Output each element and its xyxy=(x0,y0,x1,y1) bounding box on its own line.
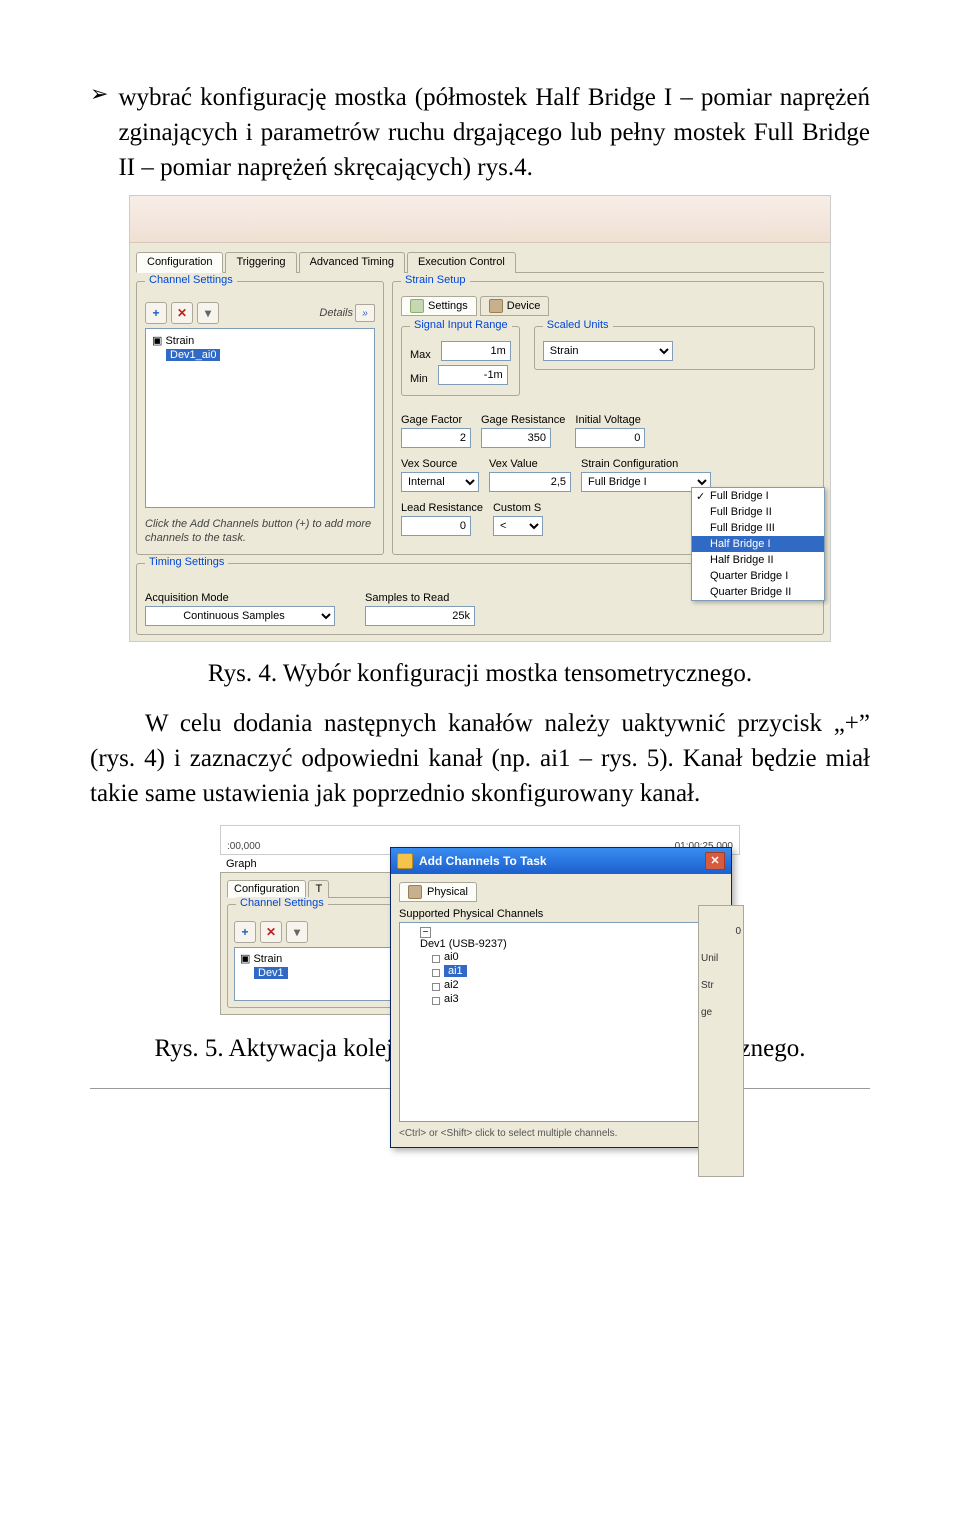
custom-select[interactable]: < xyxy=(493,516,543,536)
list-item-ai3[interactable]: ai3 xyxy=(426,992,718,1006)
channel-menu-button-2[interactable]: ▾ xyxy=(286,921,308,943)
supported-channels-label: Supported Physical Channels xyxy=(399,908,723,920)
lead-resistance-label: Lead Resistance xyxy=(401,502,483,514)
dd-full-bridge-2[interactable]: Full Bridge II xyxy=(692,504,824,520)
scaled-units-title: Scaled Units xyxy=(543,319,613,331)
delete-channel-button[interactable]: ✕ xyxy=(171,302,193,324)
paragraph-2: W celu dodania następnych kanałów należy… xyxy=(90,706,870,811)
vex-value-input[interactable] xyxy=(489,472,571,492)
bullet-glyph: ➢ xyxy=(90,80,108,109)
acq-mode-label: Acquisition Mode xyxy=(145,592,335,604)
dd-half-bridge-2[interactable]: Half Bridge II xyxy=(692,552,824,568)
tab-triggering[interactable]: Triggering xyxy=(225,252,296,273)
gage-factor-label: Gage Factor xyxy=(401,414,471,426)
dd-quarter-bridge-2[interactable]: Quarter Bridge II xyxy=(692,584,824,600)
daq-config-screenshot: Configuration Triggering Advanced Timing… xyxy=(129,195,831,642)
right-panel-sliver: 0 Unil Str ge xyxy=(698,905,744,1177)
main-tabstrip: Configuration Triggering Advanced Timing… xyxy=(136,251,824,273)
tab-configuration-2[interactable]: Configuration xyxy=(227,880,306,898)
list-item-ai2[interactable]: ai2 xyxy=(426,978,718,992)
physical-tab[interactable]: Physical xyxy=(399,882,477,902)
tree-item-strain[interactable]: ▣ Strain xyxy=(150,333,370,348)
device-icon xyxy=(489,299,503,313)
channel-menu-button[interactable]: ▾ xyxy=(197,302,219,324)
tree-item-dev1-ai0[interactable]: Dev1_ai0 xyxy=(164,348,370,362)
custom-label: Custom S xyxy=(493,502,543,514)
dialog-titlebar[interactable]: Add Channels To Task ✕ xyxy=(391,848,731,874)
max-label: Max xyxy=(410,349,431,361)
chevron-right-icon: » xyxy=(355,304,375,322)
vex-value-label: Vex Value xyxy=(489,458,571,470)
dd-half-bridge-1[interactable]: Half Bridge I xyxy=(692,536,824,552)
samples-to-read-label: Samples to Read xyxy=(365,592,475,604)
details-toggle[interactable]: Details » xyxy=(319,304,375,322)
vex-source-select[interactable]: Internal xyxy=(401,472,479,492)
tab-triggering-2[interactable]: T xyxy=(308,880,329,898)
dd-quarter-bridge-1[interactable]: Quarter Bridge I xyxy=(692,568,824,584)
signal-input-range-title: Signal Input Range xyxy=(410,319,512,331)
channel-settings-title-2: Channel Settings xyxy=(236,897,328,909)
channel-settings-group: Channel Settings + ✕ ▾ Details » ▣ Strai… xyxy=(136,281,384,555)
dialog-icon xyxy=(397,853,413,869)
add-channel-button[interactable]: + xyxy=(145,302,167,324)
strain-setup-group: Strain Setup Settings Device Signal Inpu… xyxy=(392,281,824,555)
add-channels-dialog: Add Channels To Task ✕ Physical Supporte… xyxy=(390,847,732,1148)
vex-source-label: Vex Source xyxy=(401,458,479,470)
strain-setup-title: Strain Setup xyxy=(401,274,470,286)
dialog-title-text: Add Channels To Task xyxy=(419,854,547,868)
delete-channel-button-2[interactable]: ✕ xyxy=(260,921,282,943)
dialog-close-button[interactable]: ✕ xyxy=(705,852,725,870)
gage-factor-input[interactable] xyxy=(401,428,471,448)
device-icon-2 xyxy=(408,885,422,899)
add-channel-button-2[interactable]: + xyxy=(234,921,256,943)
physical-channel-list[interactable]: Dev1 (USB-9237) ai0 ai1 ai2 ai3 xyxy=(399,922,723,1122)
lead-resistance-input[interactable] xyxy=(401,516,471,536)
settings-icon xyxy=(410,299,424,313)
scaled-units-group: Scaled Units Strain xyxy=(534,326,815,370)
signal-input-range-group: Signal Input Range Max Min xyxy=(401,326,520,396)
channel-settings-title: Channel Settings xyxy=(145,274,237,286)
initial-voltage-input[interactable] xyxy=(575,428,645,448)
tab-advanced-timing[interactable]: Advanced Timing xyxy=(299,252,405,273)
subtab-settings[interactable]: Settings xyxy=(401,296,477,316)
subtab-device[interactable]: Device xyxy=(480,296,550,316)
gage-resistance-label: Gage Resistance xyxy=(481,414,565,426)
min-input[interactable] xyxy=(438,365,508,385)
strain-config-label: Strain Configuration xyxy=(581,458,815,470)
sliver-ge: ge xyxy=(701,1007,741,1018)
timing-settings-title: Timing Settings xyxy=(145,556,228,568)
dd-full-bridge-3[interactable]: Full Bridge III xyxy=(692,520,824,536)
list-device-node[interactable]: Dev1 (USB-9237) xyxy=(404,927,718,950)
sliver-zero: 0 xyxy=(701,926,741,937)
figure4-caption: Rys. 4. Wybór konfiguracji mostka tensom… xyxy=(90,660,870,688)
samples-to-read-input[interactable] xyxy=(365,606,475,626)
sliver-unil: Unil xyxy=(701,953,741,964)
plot-area-placeholder xyxy=(130,196,830,243)
tab-configuration[interactable]: Configuration xyxy=(136,252,223,273)
strain-config-dropdown[interactable]: Full Bridge I Full Bridge II Full Bridge… xyxy=(691,487,825,601)
bullet-text: wybrać konfigurację mostka (półmostek Ha… xyxy=(118,80,870,185)
sliver-str: Str xyxy=(701,980,741,991)
initial-voltage-label: Initial Voltage xyxy=(575,414,645,426)
add-channel-hint: Click the Add Channels button (+) to add… xyxy=(145,518,375,546)
max-input[interactable] xyxy=(441,341,511,361)
acq-mode-select[interactable]: Continuous Samples xyxy=(145,606,335,626)
gage-resistance-input[interactable] xyxy=(481,428,551,448)
tab-execution-control[interactable]: Execution Control xyxy=(407,252,516,273)
time-label-left: :00,000 xyxy=(227,841,260,852)
list-item-ai0[interactable]: ai0 xyxy=(426,950,718,964)
scaled-units-select[interactable]: Strain xyxy=(543,341,673,361)
dialog-footer-hint: <Ctrl> or <Shift> click to select multip… xyxy=(399,1128,723,1139)
list-item-ai1[interactable]: ai1 xyxy=(426,964,718,978)
add-channels-screenshot: :00,000 01:00:25,000 Graph Configuration… xyxy=(220,825,740,1015)
channel-tree[interactable]: ▣ Strain Dev1_ai0 xyxy=(145,328,375,508)
min-label: Min xyxy=(410,373,428,385)
dd-full-bridge-1[interactable]: Full Bridge I xyxy=(692,488,824,504)
